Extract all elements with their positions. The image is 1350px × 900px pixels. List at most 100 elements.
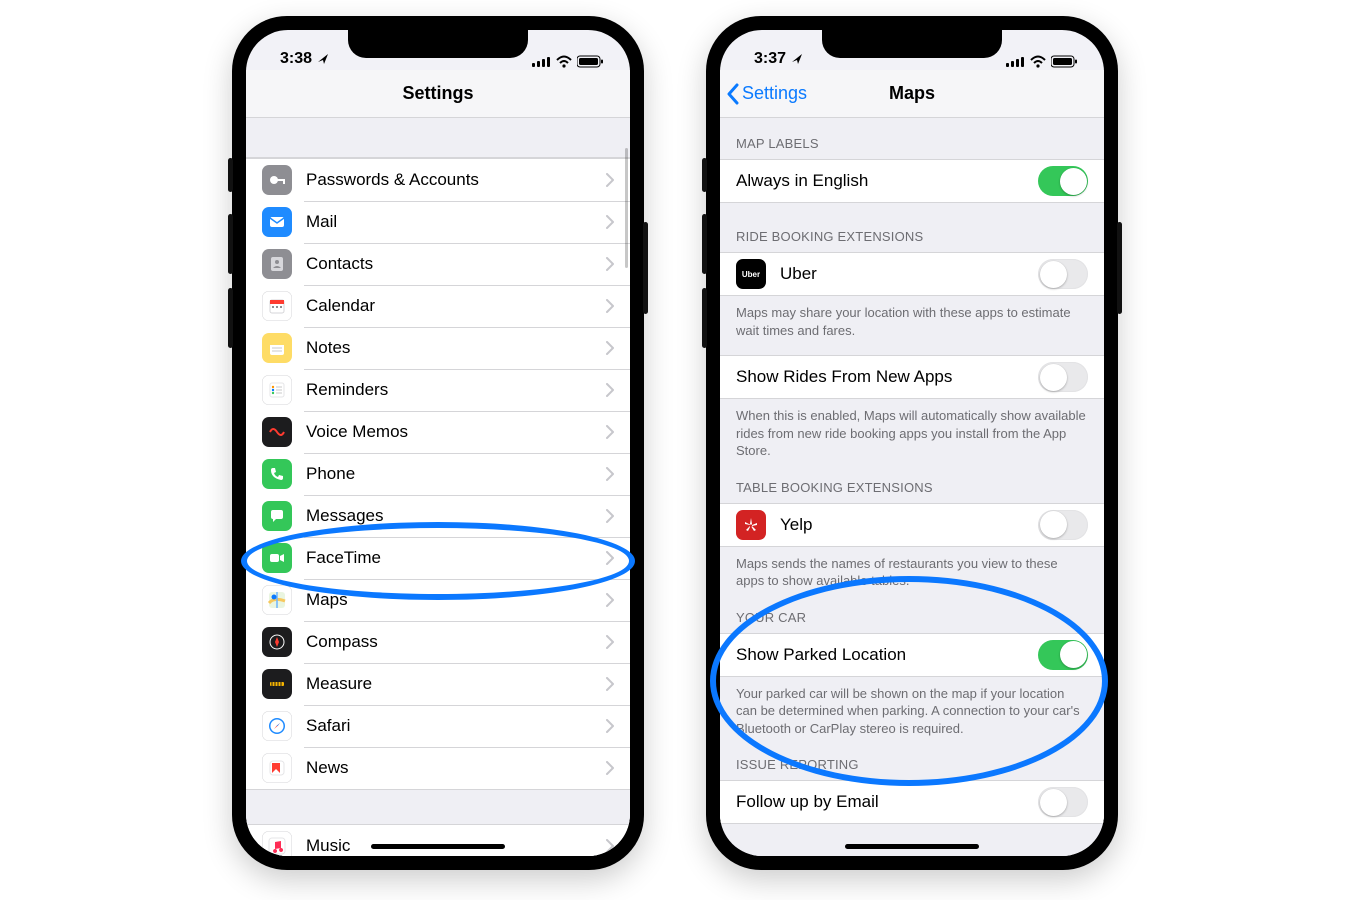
nav-bar: Settings	[246, 70, 630, 118]
chevron-right-icon	[606, 635, 614, 649]
chevron-right-icon	[606, 509, 614, 523]
nav-bar: Settings Maps	[720, 70, 1104, 118]
row-label: FaceTime	[306, 548, 606, 568]
row-uber[interactable]: Uber Uber	[720, 253, 1104, 295]
back-label: Settings	[742, 83, 807, 104]
toggle-yelp[interactable]	[1038, 510, 1088, 540]
svg-text:Uber: Uber	[742, 270, 760, 279]
row-follow-up-by-email[interactable]: Follow up by Email	[720, 781, 1104, 823]
row-mail[interactable]: Mail	[246, 201, 630, 243]
chevron-right-icon	[606, 677, 614, 691]
scroll-indicator	[625, 148, 628, 268]
row-measure[interactable]: Measure	[246, 663, 630, 705]
row-label: Show Rides From New Apps	[736, 367, 1038, 387]
wifi-icon	[1030, 55, 1046, 68]
row-passwords-accounts[interactable]: Passwords & Accounts	[246, 159, 630, 201]
row-label: Messages	[306, 506, 606, 526]
notch	[822, 30, 1002, 58]
row-music[interactable]: Music	[246, 825, 630, 856]
row-label: Voice Memos	[306, 422, 606, 442]
toggle-always-in-english[interactable]	[1038, 166, 1088, 196]
row-notes[interactable]: Notes	[246, 327, 630, 369]
row-calendar[interactable]: Calendar	[246, 285, 630, 327]
chevron-right-icon	[606, 257, 614, 271]
row-maps[interactable]: Maps	[246, 579, 630, 621]
row-label: Contacts	[306, 254, 606, 274]
section-footer-ride-booking: Maps may share your location with these …	[720, 296, 1104, 341]
row-label: Maps	[306, 590, 606, 610]
row-label: Reminders	[306, 380, 606, 400]
row-label: Mail	[306, 212, 606, 232]
chevron-right-icon	[606, 593, 614, 607]
row-label: Safari	[306, 716, 606, 736]
safari-icon	[262, 711, 292, 741]
row-safari[interactable]: Safari	[246, 705, 630, 747]
row-label: Notes	[306, 338, 606, 358]
row-phone[interactable]: Phone	[246, 453, 630, 495]
row-news[interactable]: News	[246, 747, 630, 789]
cellular-icon	[532, 55, 551, 68]
row-show-parked-location[interactable]: Show Parked Location	[720, 634, 1104, 676]
chevron-right-icon	[606, 383, 614, 397]
wifi-icon	[556, 55, 572, 68]
row-facetime[interactable]: FaceTime	[246, 537, 630, 579]
row-label: Uber	[780, 264, 1038, 284]
news-icon	[262, 753, 292, 783]
mail-icon	[262, 207, 292, 237]
row-label: Passwords & Accounts	[306, 170, 606, 190]
chevron-right-icon	[606, 719, 614, 733]
toggle-follow-up-by-email[interactable]	[1038, 787, 1088, 817]
row-label: Phone	[306, 464, 606, 484]
row-contacts[interactable]: Contacts	[246, 243, 630, 285]
music-icon	[262, 831, 292, 856]
nav-title: Settings	[402, 83, 473, 104]
notes-icon	[262, 333, 292, 363]
measure-icon	[262, 669, 292, 699]
section-header-your-car: YOUR CAR	[720, 592, 1104, 633]
home-indicator[interactable]	[371, 844, 505, 849]
section-footer-show-rides: When this is enabled, Maps will automati…	[720, 399, 1104, 462]
key-icon	[262, 165, 292, 195]
section-header-ride-booking: RIDE BOOKING EXTENSIONS	[720, 203, 1104, 252]
toggle-show-parked-location[interactable]	[1038, 640, 1088, 670]
row-label: Yelp	[780, 515, 1038, 535]
row-messages[interactable]: Messages	[246, 495, 630, 537]
row-label: News	[306, 758, 606, 778]
row-reminders[interactable]: Reminders	[246, 369, 630, 411]
location-services-icon	[790, 52, 804, 66]
chevron-right-icon	[606, 551, 614, 565]
settings-list[interactable]: Passwords & Accounts Mail Contacts Calendar…	[246, 118, 630, 856]
row-show-rides-new-apps[interactable]: Show Rides From New Apps	[720, 356, 1104, 398]
row-compass[interactable]: Compass	[246, 621, 630, 663]
section-footer-table-booking: Maps sends the names of restaurants you …	[720, 547, 1104, 592]
status-time: 3:38	[280, 50, 312, 68]
row-label: Measure	[306, 674, 606, 694]
facetime-icon	[262, 543, 292, 573]
voice-icon	[262, 417, 292, 447]
status-time: 3:37	[754, 50, 786, 68]
maps-settings-list[interactable]: MAP LABELS Always in English RIDE BOOKIN…	[720, 118, 1104, 856]
compass-icon	[262, 627, 292, 657]
row-label: Show Parked Location	[736, 645, 1038, 665]
nav-title: Maps	[889, 83, 935, 104]
maps-icon	[262, 585, 292, 615]
contacts-icon	[262, 249, 292, 279]
battery-icon	[1051, 55, 1078, 68]
cellular-icon	[1006, 55, 1025, 68]
yelp-icon	[736, 510, 766, 540]
toggle-uber[interactable]	[1038, 259, 1088, 289]
toggle-show-rides-new-apps[interactable]	[1038, 362, 1088, 392]
row-yelp[interactable]: Yelp	[720, 504, 1104, 546]
back-button[interactable]: Settings	[726, 70, 807, 117]
chevron-right-icon	[606, 839, 614, 853]
row-label: Follow up by Email	[736, 792, 1038, 812]
row-label: Calendar	[306, 296, 606, 316]
row-always-in-english[interactable]: Always in English	[720, 160, 1104, 202]
chevron-right-icon	[606, 467, 614, 481]
phone-icon	[262, 459, 292, 489]
location-services-icon	[316, 52, 330, 66]
row-voice-memos[interactable]: Voice Memos	[246, 411, 630, 453]
phone-left: 3:38 Settings Passwords & Accounts Mail Co…	[232, 16, 644, 870]
home-indicator[interactable]	[845, 844, 979, 849]
row-label: Compass	[306, 632, 606, 652]
